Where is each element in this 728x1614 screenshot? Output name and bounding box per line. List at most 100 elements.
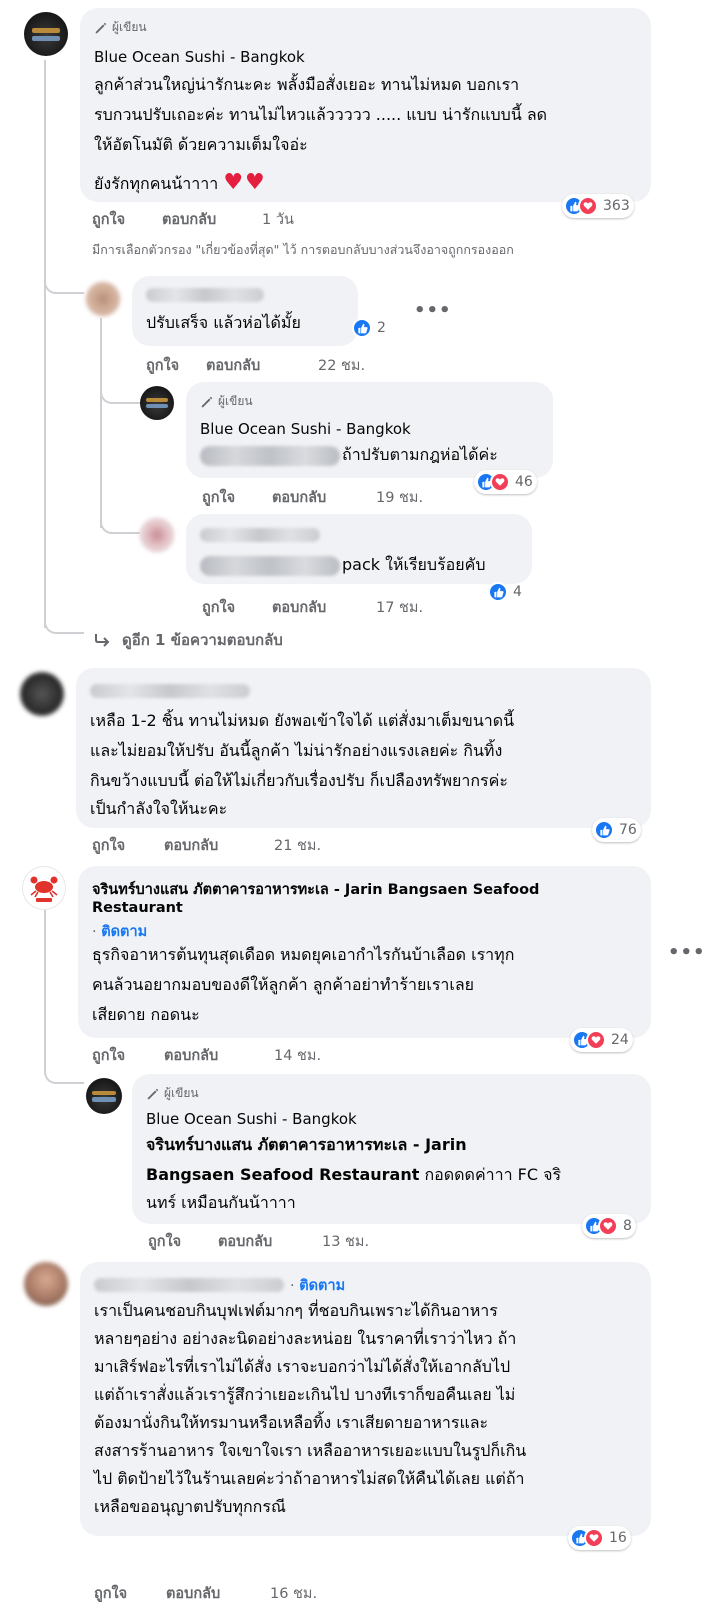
comment-text-line: กอดดดค่าาา FC จริ [424,1165,562,1184]
reaction-summary[interactable]: 363 [562,194,634,218]
comment-bubble: · ติดตาม เราเป็นคนชอบกินบุฟเฟต์มากๆ ที่ช… [80,1262,651,1536]
reply-button[interactable]: ตอบกลับ [272,596,376,619]
reaction-summary[interactable]: 76 [592,818,641,842]
comment-actions: ถูกใจ ตอบกลับ 14 ชม. [92,1044,321,1067]
reply-button[interactable]: ตอบกลับ [164,834,274,857]
avatar[interactable] [86,282,120,316]
comment-text: เหลือ 1-2 ชิ้น ทานไม่หมด ยังพอเข้าใจได้ … [90,711,515,730]
follow-link[interactable]: · ติดตาม [290,1274,345,1297]
crab-logo-icon [30,876,58,902]
comment-author-name[interactable]: Blue Ocean Sushi - Bangkok [200,420,411,438]
mention-link[interactable]: จรินทร์บางแสน ภัตตาคารอาหารทะเล - Jarin [146,1130,467,1160]
like-button[interactable]: ถูกใจ [92,208,162,231]
like-reaction-icon [352,318,372,338]
like-button[interactable]: ถูกใจ [92,1044,164,1067]
reply-button[interactable]: ตอบกลับ [218,1230,322,1253]
comment-author-name[interactable]: Blue Ocean Sushi - Bangkok [146,1110,357,1128]
comment-text: Bangsaen Seafood Restaurant กอดดดค่าาา F… [146,1160,561,1190]
comment-text: รบกวนปรับเถอะค่ะ ทานไม่ไหวแล้ววววว .....… [94,105,548,124]
reaction-count: 8 [623,1218,632,1234]
like-button[interactable]: ถูกใจ [148,1230,218,1253]
like-reaction-icon [594,820,614,840]
reaction-summary[interactable]: 2 [350,316,390,340]
like-button[interactable]: ถูกใจ [146,354,206,377]
comment-actions: ถูกใจ ตอบกลับ 21 ชม. [92,834,321,857]
thread-connector [44,268,84,294]
comment-text: ต้องมานั่งกินให้ทรมานหรือเหลือทิ้ง เราเส… [94,1413,489,1432]
avatar[interactable] [24,12,68,56]
pencil-icon [201,396,213,407]
comment-text-line: ยังรักทุกคนน้าาาา [94,174,219,193]
more-options-icon[interactable]: ••• [414,300,452,321]
comment-text: และไม่ยอมให้ปรับ อันนี้ลูกค้า ไม่น่ารักอ… [90,741,503,760]
comment-actions: ถูกใจ ตอบกลับ 19 ชม. [202,486,423,509]
comment-actions: ถูกใจ ตอบกลับ 13 ชม. [148,1230,369,1253]
love-reaction-icon [586,1030,606,1050]
love-reaction-icon [598,1216,618,1236]
filter-notice: มีการเลือกตัวกรอง "เกี่ยวข้องที่สุด" ไว้… [92,242,514,257]
comment-bubble: จรินทร์บางแสน ภัตตาคารอาหารทะเล - Jarin … [78,866,651,1038]
thread-connector [100,508,140,534]
avatar[interactable] [86,1078,122,1114]
avatar[interactable] [24,1262,68,1306]
more-options-icon[interactable]: ••• [668,942,706,963]
reaction-count: 4 [513,584,522,600]
timestamp[interactable]: 17 ชม. [376,596,423,619]
avatar[interactable] [22,866,66,910]
comment-actions: ถูกใจ ตอบกลับ 16 ชม. [94,1582,317,1605]
reply-button[interactable]: ตอบกลับ [162,208,262,231]
thread-line [44,910,46,1060]
comment-author-name[interactable]: Restaurant [92,900,183,916]
blurred-author-name [200,528,320,542]
reaction-count: 24 [611,1032,629,1048]
love-reaction-icon [584,1528,604,1548]
avatar[interactable] [20,672,64,716]
comment-bubble: pack ให้เรียบร้อยคับ [186,514,532,584]
blurred-author-name [90,684,250,698]
reaction-summary[interactable]: 46 [474,470,537,494]
comment-author-name[interactable]: จรินทร์บางแสน ภัตตาคารอาหารทะเล - Jarin … [92,878,539,901]
heart-emoji: ♥♥ [223,170,267,195]
timestamp[interactable]: 16 ชม. [270,1582,317,1605]
reaction-summary[interactable]: 16 [568,1526,631,1550]
comment-text: pack ให้เรียบร้อยคับ [342,555,486,574]
reaction-summary[interactable]: 8 [582,1214,636,1238]
thread-connector [100,378,140,404]
pencil-icon [147,1088,159,1099]
thread-connector [44,1058,84,1084]
like-button[interactable]: ถูกใจ [202,596,272,619]
like-button[interactable]: ถูกใจ [92,834,164,857]
comment-text: เหลือขออนุญาตปรับทุกกรณี [94,1497,286,1516]
timestamp[interactable]: 14 ชม. [274,1044,321,1067]
reply-button[interactable]: ตอบกลับ [206,354,318,377]
author-badge: ผู้เขียน [146,1084,199,1103]
blurred-mention [200,446,340,466]
comment-text: ไป ติดป้ายไว้ในร้านเลยค่ะว่าถ้าอาหารไม่ส… [94,1469,525,1488]
like-button[interactable]: ถูกใจ [94,1582,166,1605]
timestamp[interactable]: 22 ชม. [318,354,365,377]
comment-text: คนล้วนอยากมอบของดีให้ลูกค้า ลูกค้าอย่าทำ… [92,975,475,994]
reply-button[interactable]: ตอบกลับ [272,486,376,509]
reaction-summary[interactable]: 24 [570,1028,633,1052]
avatar[interactable] [140,518,174,552]
like-button[interactable]: ถูกใจ [202,486,272,509]
comment-text: มาเสิร์ฟอะไรที่เราไม่ได้สั่ง เราจะบอกว่า… [94,1357,511,1376]
timestamp[interactable]: 21 ชม. [274,834,321,857]
reply-button[interactable]: ตอบกลับ [166,1582,270,1605]
timestamp[interactable]: 19 ชม. [376,486,423,509]
view-more-replies-button[interactable]: ดูอีก 1 ข้อความตอบกลับ [94,628,283,652]
comment-bubble: ผู้เขียน Blue Ocean Sushi - Bangkok ถ้าป… [186,382,553,478]
love-reaction-icon [490,472,510,492]
timestamp[interactable]: 13 ชม. [322,1230,369,1253]
timestamp[interactable]: 1 วัน [262,208,294,231]
thread-connector [44,608,84,634]
mention-link[interactable]: Bangsaen Seafood Restaurant [146,1165,419,1184]
avatar[interactable] [140,386,174,420]
comment-actions: ถูกใจ ตอบกลับ 22 ชม. [146,354,365,377]
comment-author-name[interactable]: Blue Ocean Sushi - Bangkok [94,48,305,66]
reaction-summary[interactable]: 4 [486,580,526,604]
reaction-count: 363 [603,198,630,214]
comment-actions: ถูกใจ ตอบกลับ 1 วัน [92,208,294,231]
reply-button[interactable]: ตอบกลับ [164,1044,274,1067]
blurred-author-name [94,1278,284,1292]
